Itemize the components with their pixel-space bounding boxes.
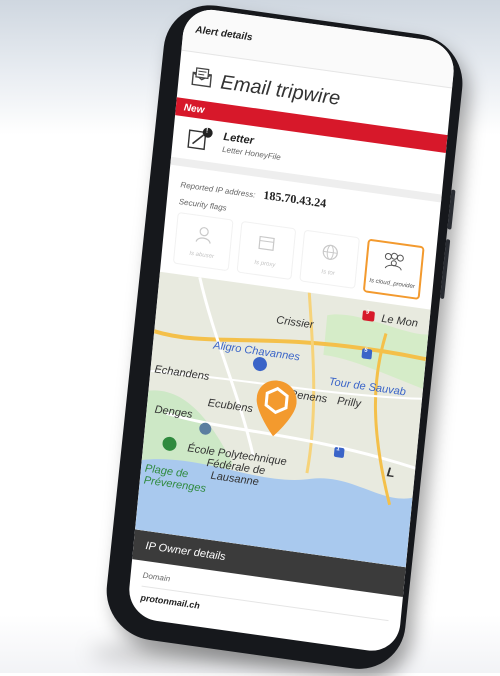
user-shield-icon xyxy=(193,224,213,249)
letter-icon: ! xyxy=(186,125,214,152)
ip-owner-title: IP Owner details xyxy=(144,540,227,564)
flag-is-abuser[interactable]: Is abuser xyxy=(172,211,234,272)
globe-icon xyxy=(320,242,340,267)
email-icon xyxy=(190,66,214,94)
ip-location-map[interactable]: 9 5 1 Crissier Le Mon Aligro Chavannes T… xyxy=(135,271,431,568)
volume-button xyxy=(447,189,456,230)
status-label: New xyxy=(183,101,205,116)
cloud-provider-icon xyxy=(382,250,406,278)
flag-label: Is proxy xyxy=(254,259,276,269)
power-button xyxy=(440,239,451,300)
proxy-icon xyxy=(257,233,277,258)
road-badge-label: 1 xyxy=(336,446,341,453)
road-badge-label: 5 xyxy=(363,347,368,354)
flag-label: Is tor xyxy=(321,268,336,277)
road-badge-label: 9 xyxy=(365,309,370,317)
flag-label: Is cloud_provider xyxy=(369,277,416,290)
map-place: L xyxy=(386,464,396,481)
flag-is-cloud-provider[interactable]: Is cloud_provider xyxy=(362,238,425,300)
header-title: Alert details xyxy=(194,24,253,43)
flag-is-tor[interactable]: Is tor xyxy=(299,229,360,289)
flag-label: Is abuser xyxy=(189,250,215,260)
flag-is-proxy[interactable]: Is proxy xyxy=(236,220,297,281)
